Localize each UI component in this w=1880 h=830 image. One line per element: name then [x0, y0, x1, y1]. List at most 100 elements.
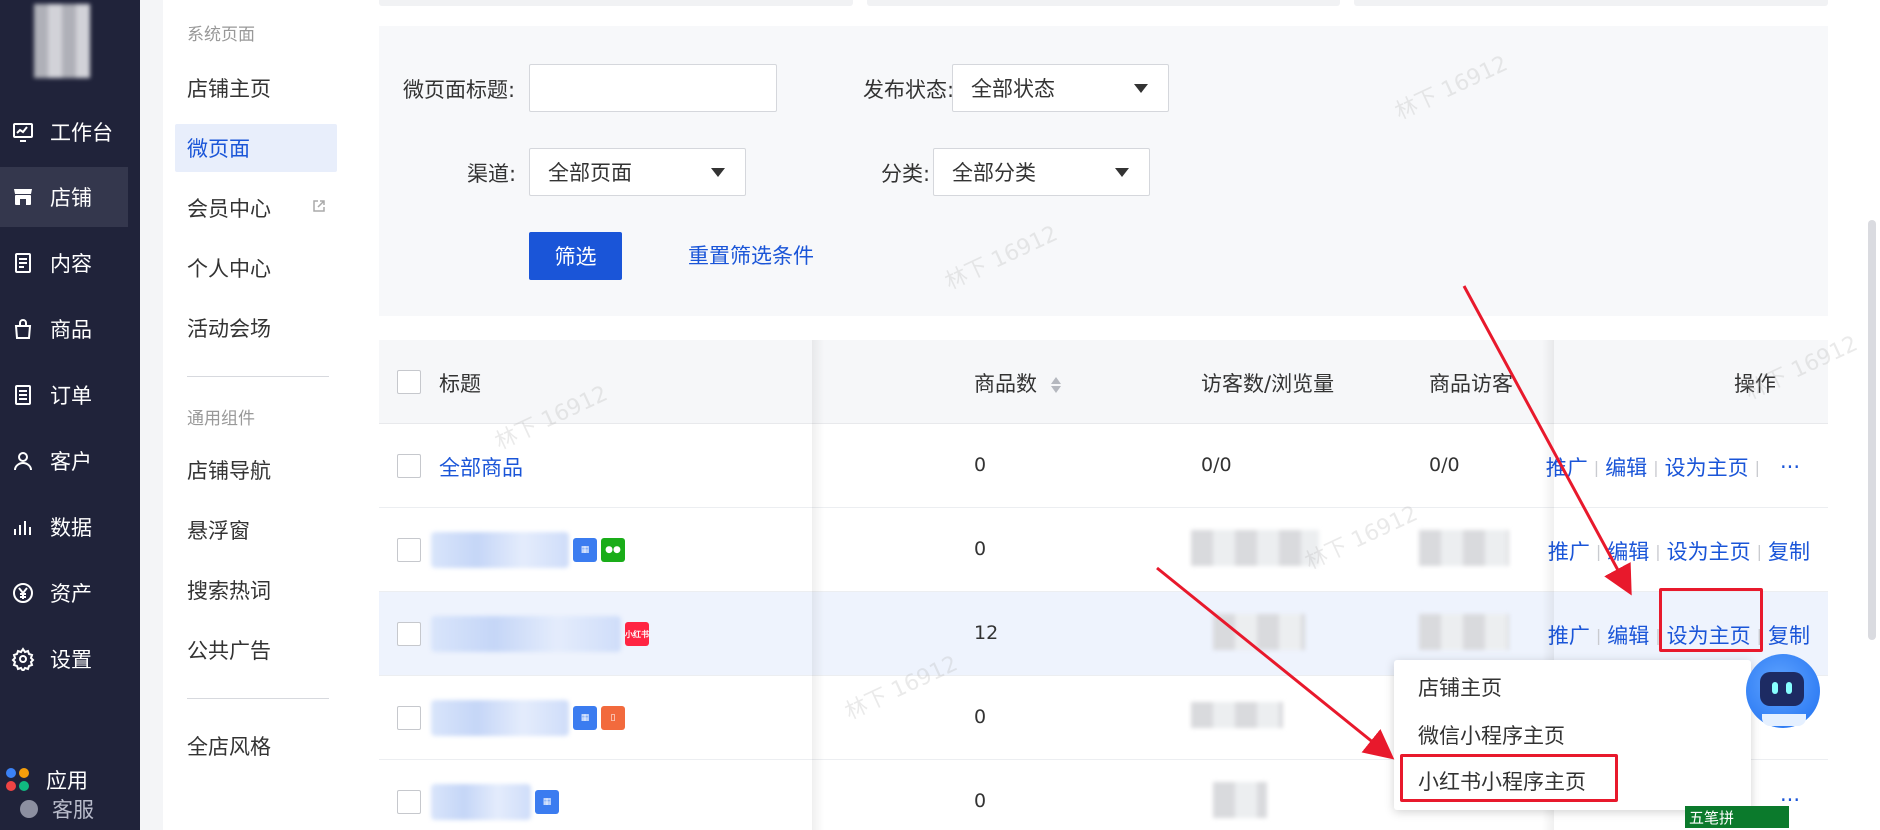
table-row: 全部商品 0 0/0 0/0 推广 | 编辑 | 设为主页 | ··· [379, 424, 1828, 508]
separator: | [1595, 625, 1602, 645]
nav-label: 应用 [46, 769, 88, 793]
submenu-item-micro-page[interactable]: 微页面 [175, 124, 337, 172]
grid-page-icon: ▦ [573, 706, 597, 730]
row-title-blurred[interactable] [431, 616, 621, 652]
submenu-item-store-style[interactable]: 全店风格 [175, 722, 337, 770]
nav-label: 商品 [50, 318, 92, 342]
nav-item-dashboard[interactable]: 工作台 [0, 102, 128, 162]
row-checkbox[interactable] [397, 538, 421, 562]
nav-item-assets[interactable]: 资产 [0, 563, 128, 623]
nav-item-settings[interactable]: 设置 [0, 629, 128, 689]
row-operations: 推广 | 编辑 | 设为主页 | ··· [1546, 452, 1800, 482]
nav-item-customers[interactable]: 客户 [0, 431, 128, 491]
select-all-checkbox[interactable] [397, 370, 421, 394]
submenu-divider [187, 698, 329, 699]
nav-item-apps[interactable]: 应用 [6, 765, 88, 795]
column-goods-count[interactable]: 商品数 [974, 368, 1062, 398]
nav-label: 资产 [50, 582, 92, 606]
chevron-down-icon [711, 168, 725, 177]
row-checkbox[interactable] [397, 454, 421, 478]
row-visits: 0/0 [1201, 454, 1232, 476]
channel-filter-value: 全部页面 [548, 161, 632, 185]
row-goods-count: 0 [974, 454, 987, 476]
set-home-link[interactable]: 设为主页 [1665, 452, 1749, 482]
submenu-item-store-home[interactable]: 店铺主页 [175, 64, 337, 112]
scrollbar[interactable] [1868, 220, 1876, 640]
dropdown-item-store-home[interactable]: 店铺主页 [1418, 672, 1502, 702]
set-home-link[interactable]: 设为主页 [1667, 536, 1751, 566]
nav-item-goods[interactable]: 商品 [0, 299, 128, 359]
nav-item-service[interactable]: 客服 [20, 794, 94, 824]
status-filter-select[interactable]: 全部状态 [952, 64, 1169, 112]
edit-link[interactable]: 编辑 [1607, 536, 1649, 566]
row-checkbox[interactable] [397, 706, 421, 730]
sticky-column-shadow [812, 340, 824, 830]
submenu-group-title: 系统页面 [187, 25, 255, 45]
store-icon [4, 182, 42, 212]
row-title-blurred[interactable] [431, 700, 569, 736]
nav-label: 设置 [50, 648, 92, 672]
submenu-item-float-window[interactable]: 悬浮窗 [175, 506, 337, 554]
submenu-item-member-center[interactable]: 会员中心 [175, 184, 337, 232]
submenu-item-activity[interactable]: 活动会场 [175, 304, 337, 352]
highlight-box [1659, 588, 1763, 652]
column-goods-label: 商品数 [974, 372, 1037, 396]
edit-link[interactable]: 编辑 [1607, 620, 1649, 650]
submenu-item-label: 会员中心 [187, 197, 271, 221]
nav-item-orders[interactable]: 订单 [0, 365, 128, 425]
assistant-bot-icon[interactable] [1746, 654, 1820, 728]
separator: | [1754, 457, 1760, 477]
column-title: 标题 [439, 372, 481, 396]
xiaohongshu-icon: 小红书 [625, 622, 649, 646]
title-filter-input[interactable] [529, 64, 777, 112]
copy-link[interactable]: 复制 [1768, 620, 1810, 650]
yuan-icon [4, 578, 42, 608]
column-goods-visits: 商品访客 [1429, 372, 1513, 396]
row-goods-visits: 0/0 [1429, 454, 1460, 476]
submenu-group-title: 通用组件 [187, 409, 255, 429]
row-goods-count: 0 [974, 790, 987, 812]
row-checkbox[interactable] [397, 622, 421, 646]
channel-filter-label: 渠道: [467, 162, 517, 186]
submenu-item-hot-search[interactable]: 搜索热词 [175, 566, 337, 614]
nav-item-store[interactable]: 店铺 [0, 167, 128, 227]
bot-eye [1786, 682, 1792, 694]
reset-filter-link[interactable]: 重置筛选条件 [688, 240, 814, 270]
content-icon [4, 248, 42, 278]
sort-icon[interactable] [1050, 375, 1062, 395]
mobile-page-icon: ▯ [601, 706, 625, 730]
wechat-icon: ●● [601, 538, 625, 562]
submenu-item-store-nav[interactable]: 店铺导航 [175, 446, 337, 494]
nav-item-data[interactable]: 数据 [0, 497, 128, 557]
row-title-link[interactable]: 全部商品 [439, 452, 523, 482]
store-logo[interactable] [34, 4, 90, 78]
dropdown-item-wechat-home[interactable]: 微信小程序主页 [1418, 720, 1565, 750]
nav-label: 客服 [52, 798, 94, 822]
edit-link[interactable]: 编辑 [1605, 452, 1647, 482]
nav-label: 数据 [50, 516, 92, 540]
bot-tag [1762, 714, 1806, 726]
row-title-blurred[interactable] [431, 784, 531, 820]
nav-item-content[interactable]: 内容 [0, 233, 128, 293]
row-visits-blurred [1213, 782, 1267, 818]
dashboard-icon [4, 117, 42, 147]
promote-link[interactable]: 推广 [1548, 536, 1590, 566]
separator: | [1655, 541, 1661, 561]
category-filter-select[interactable]: 全部分类 [933, 148, 1150, 196]
row-goods-count: 12 [974, 622, 999, 644]
more-link[interactable]: ··· [1780, 455, 1800, 479]
promote-link[interactable]: 推广 [1548, 620, 1590, 650]
filter-button[interactable]: 筛选 [529, 232, 622, 280]
row-checkbox[interactable] [397, 790, 421, 814]
status-filter-value: 全部状态 [971, 77, 1055, 101]
main-nav: 工作台 店铺 内容 商品 订单 客户 数据 资产 设置 应用 客服 [0, 0, 140, 830]
apps-icon [6, 768, 30, 792]
separator: | [1593, 457, 1600, 477]
status-filter-label: 发布状态: [863, 78, 955, 102]
copy-link[interactable]: 复制 [1768, 536, 1810, 566]
row-title-blurred[interactable] [431, 532, 569, 568]
channel-filter-select[interactable]: 全部页面 [529, 148, 746, 196]
title-filter-label: 微页面标题: [403, 78, 516, 102]
submenu-item-personal-center[interactable]: 个人中心 [175, 244, 337, 292]
submenu-item-public-ad[interactable]: 公共广告 [175, 626, 337, 674]
